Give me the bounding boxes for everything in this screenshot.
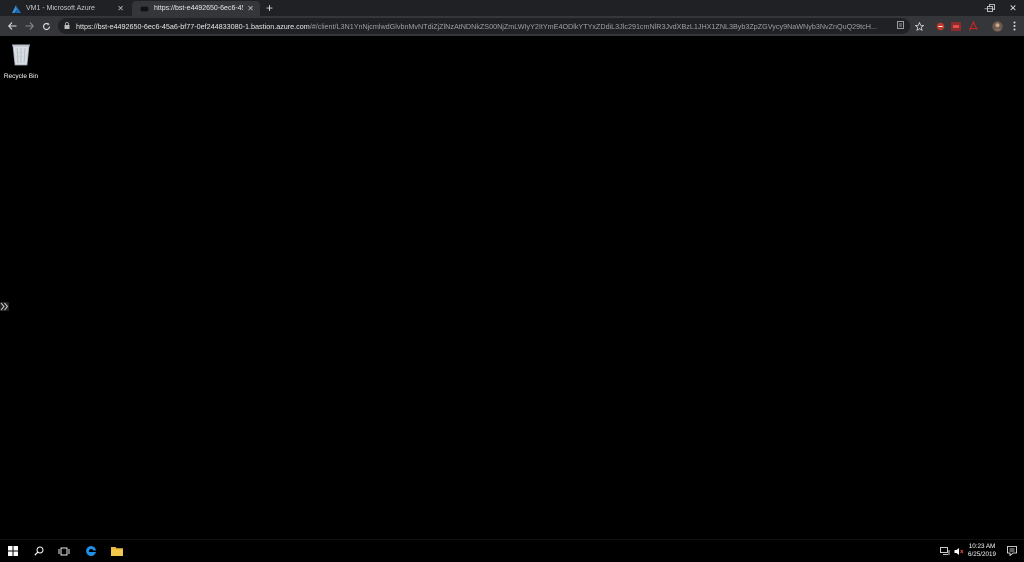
tab-strip: VM1 - Microsoft Azure ✕ https://bst-e449… [0,0,1024,16]
browser-window: VM1 - Microsoft Azure ✕ https://bst-e449… [0,0,1024,36]
page-action-icon[interactable] [897,21,904,31]
system-clock[interactable]: 10:23 AM 6/25/2019 [968,543,996,559]
tab-title: https://bst-e4492650-6ec6-45a6 [154,5,243,12]
back-icon[interactable] [5,19,19,33]
tab-title: VM1 - Microsoft Azure [26,5,95,12]
azure-icon [12,4,21,13]
extension-red-icon[interactable] [934,20,946,32]
new-tab-button[interactable]: + [266,2,273,14]
tab-vm1-azure[interactable]: VM1 - Microsoft Azure ✕ [4,1,130,16]
action-center-icon[interactable] [1003,543,1021,559]
session-menu-handle[interactable] [0,298,9,311]
clock-time: 10:23 AM [968,543,996,550]
address-bar[interactable]: https://bst-e4492650-6ec6-45a6-bf77-0ef2… [58,18,910,34]
search-icon[interactable] [30,543,48,559]
taskbar: 10:23 AM 6/25/2019 [0,539,1024,562]
tab-close-icon[interactable]: ✕ [247,4,254,13]
extension-icon[interactable] [950,20,962,32]
url-host: https://bst-e4492650-6ec6-45a6-bf77-0ef2… [76,21,310,31]
task-view-icon[interactable] [55,543,73,559]
close-icon[interactable]: ✕ [1002,0,1024,16]
edge-icon[interactable] [82,543,100,559]
tab-bastion[interactable]: https://bst-e4492650-6ec6-45a6 ✕ [132,1,260,16]
recycle-bin-shortcut[interactable]: Recycle Bin [2,42,40,80]
restore-button[interactable] [980,0,1002,16]
tab-close-icon[interactable]: ✕ [117,4,124,13]
recycle-bin-icon [10,42,32,71]
start-icon[interactable] [4,543,22,559]
recycle-bin-label: Recycle Bin [3,73,39,80]
volume-icon[interactable] [950,543,968,559]
pdf-icon[interactable] [967,20,979,32]
forward-icon[interactable] [22,19,36,33]
profile-avatar[interactable] [991,20,1003,32]
reload-icon[interactable] [39,19,53,33]
lock-icon [64,21,70,31]
clock-date: 6/25/2019 [967,551,996,558]
menu-icon[interactable] [1008,20,1020,32]
browser-toolbar: https://bst-e4492650-6ec6-45a6-bf77-0ef2… [0,16,1024,36]
url-path: /#/client/L3N1YnNjcmlwdGlvbnMvNTdiZjZlNz… [309,21,877,31]
star-icon[interactable] [913,20,925,32]
remote-desktop[interactable]: Recycle Bin [0,36,1024,539]
terminal-icon [140,4,149,13]
file-explorer-icon[interactable] [108,543,126,559]
